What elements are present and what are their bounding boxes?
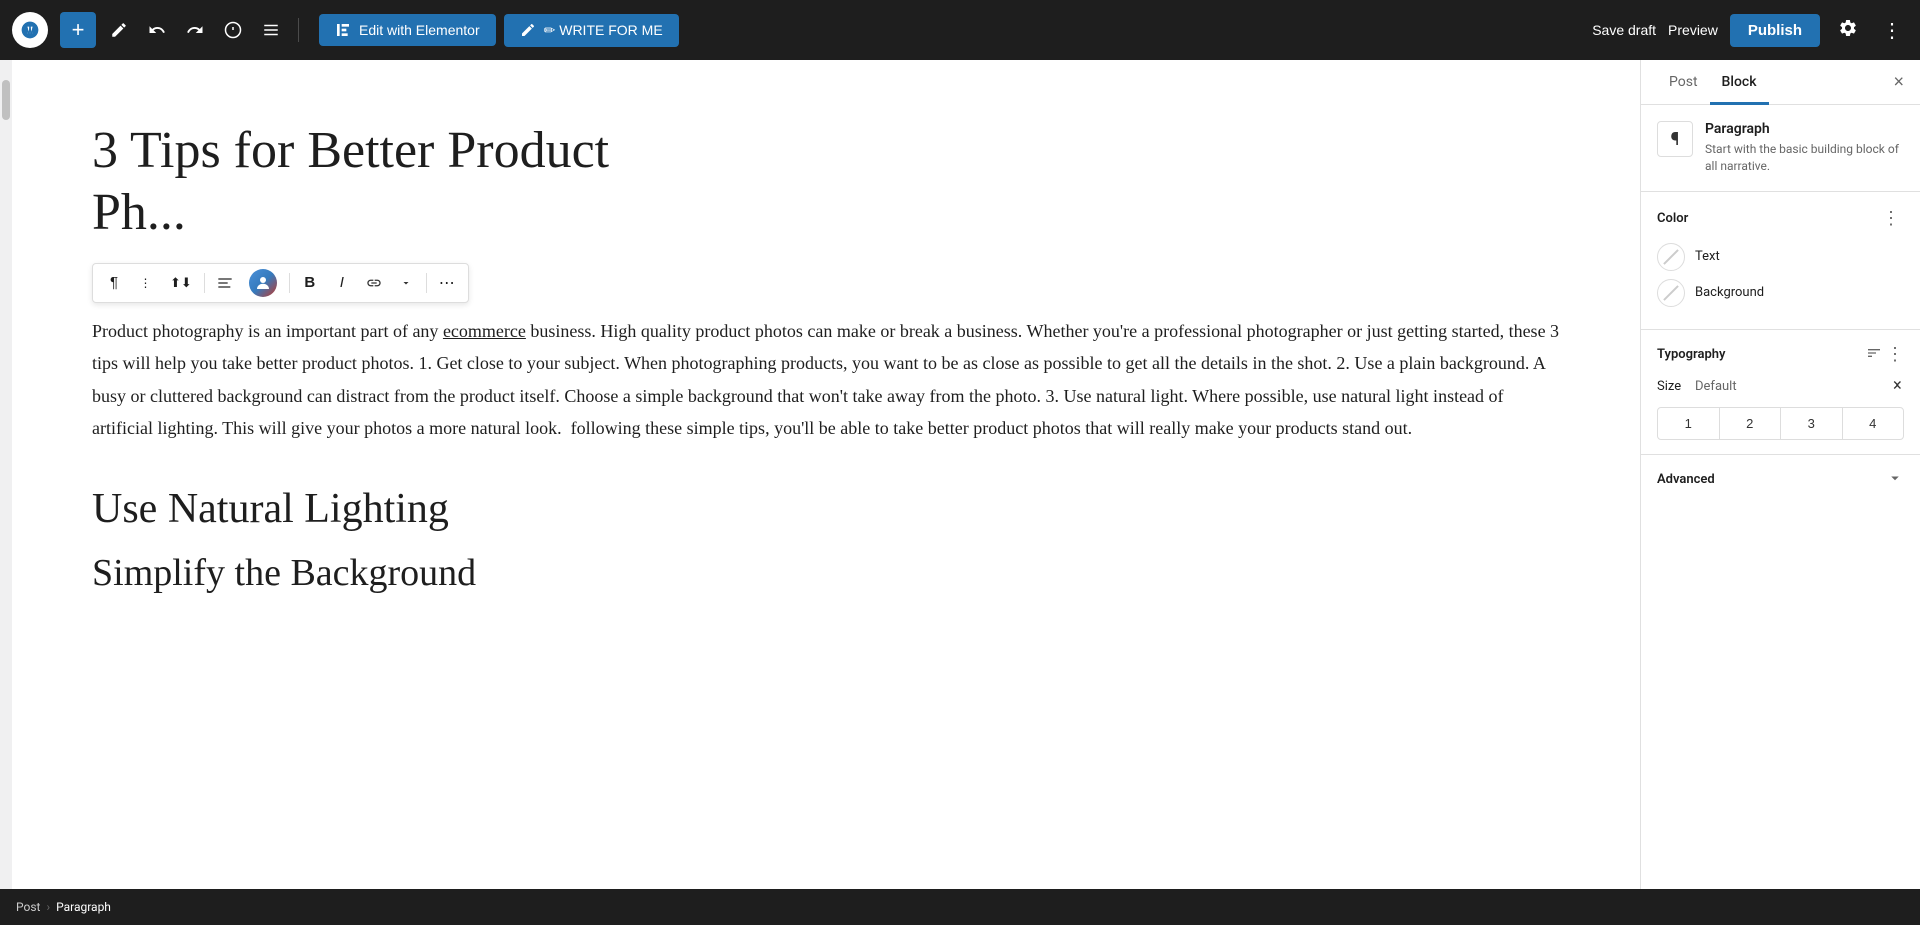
more-options-button[interactable]: ⋮ xyxy=(1876,14,1908,47)
inline-toolbar: ¶ ⋮ ⬆⬇ B xyxy=(92,263,469,303)
sidebar-tabs: Post Block × xyxy=(1641,60,1920,105)
typography-adjust-button[interactable] xyxy=(1866,345,1882,364)
post-title: 3 Tips for Better Product Ph... xyxy=(92,120,1560,245)
edit-elementor-button[interactable]: Edit with Elementor xyxy=(319,14,496,46)
save-draft-button[interactable]: Save draft xyxy=(1592,22,1656,38)
background-color-swatch[interactable] xyxy=(1657,279,1685,307)
block-details: Paragraph Start with the basic building … xyxy=(1705,121,1904,175)
breadcrumb-post[interactable]: Post xyxy=(16,900,40,914)
redo-button[interactable] xyxy=(180,15,210,45)
no-color-indicator xyxy=(1663,249,1679,265)
typography-header: Typography ⋮ xyxy=(1657,344,1904,365)
bottom-bar: Post › Paragraph xyxy=(0,889,1920,925)
block-info: ¶ Paragraph Start with the basic buildin… xyxy=(1641,105,1920,192)
advanced-section-header: Advanced xyxy=(1657,469,1904,490)
toolbar-sep-2 xyxy=(289,273,290,293)
size-label: Size xyxy=(1657,379,1687,394)
ecommerce-link[interactable]: ecommerce xyxy=(443,321,526,341)
svg-text:W: W xyxy=(26,26,34,36)
editor-area[interactable]: 3 Tips for Better Product Ph... ¶ ⋮ ⬆⬇ xyxy=(12,60,1640,889)
font-size-buttons: 1 2 3 4 xyxy=(1657,407,1904,440)
text-color-swatch[interactable] xyxy=(1657,243,1685,271)
editor-scrollbar[interactable] xyxy=(0,60,12,889)
top-bar-right: Save draft Preview Publish ⋮ xyxy=(1592,12,1908,49)
color-section-menu-button[interactable]: ⋮ xyxy=(1878,206,1904,231)
advanced-section: Advanced xyxy=(1641,455,1920,504)
typography-section: Typography ⋮ Size Default xyxy=(1641,330,1920,455)
size-row: Size Default xyxy=(1657,377,1904,397)
more-inline-button[interactable] xyxy=(391,268,421,298)
publish-button[interactable]: Publish xyxy=(1730,14,1820,47)
no-bg-color-indicator xyxy=(1663,285,1679,301)
align-button[interactable] xyxy=(210,268,240,298)
preview-button[interactable]: Preview xyxy=(1668,22,1718,38)
background-color-row: Background xyxy=(1657,279,1904,307)
top-bar: W + Edit with Elementor ✏ WRITE FOR ME S… xyxy=(0,0,1920,60)
user-avatar xyxy=(249,269,277,297)
drag-handle-button[interactable]: ⋮ xyxy=(131,268,161,298)
section-heading: Use Natural Lighting xyxy=(92,484,1560,534)
font-size-3-button[interactable]: 3 xyxy=(1781,408,1843,439)
typography-title: Typography xyxy=(1657,347,1726,362)
toolbar-separator-1 xyxy=(298,18,299,42)
background-color-label: Background xyxy=(1695,285,1764,300)
paragraph-block[interactable]: Product photography is an important part… xyxy=(92,315,1560,445)
sidebar-close-button[interactable]: × xyxy=(1889,68,1908,97)
main-content: 3 Tips for Better Product Ph... ¶ ⋮ ⬆⬇ xyxy=(0,60,1920,889)
block-icon: ¶ xyxy=(1657,121,1693,157)
font-size-2-button[interactable]: 2 xyxy=(1720,408,1782,439)
paragraph-tool-button[interactable]: ¶ xyxy=(99,268,129,298)
move-up-down-button[interactable]: ⬆⬇ xyxy=(163,268,199,298)
breadcrumb-separator: › xyxy=(46,900,50,914)
color-section-title: Color xyxy=(1657,211,1688,226)
breadcrumb-paragraph: Paragraph xyxy=(56,900,111,914)
block-description: Start with the basic building block of a… xyxy=(1705,141,1904,175)
advanced-chevron-button[interactable] xyxy=(1886,469,1904,490)
toolbar-sep-3 xyxy=(426,273,427,293)
color-section: Color ⋮ Text Background xyxy=(1641,192,1920,330)
text-color-label: Text xyxy=(1695,249,1720,264)
undo-button[interactable] xyxy=(142,15,172,45)
block-name: Paragraph xyxy=(1705,121,1904,137)
write-for-me-button[interactable]: ✏ WRITE FOR ME xyxy=(504,14,679,47)
editor-wrapper: 3 Tips for Better Product Ph... ¶ ⋮ ⬆⬇ xyxy=(0,60,1640,889)
list-view-button[interactable] xyxy=(256,15,286,45)
scrollbar-thumb xyxy=(2,80,10,120)
ellipsis-button[interactable]: ⋯ xyxy=(432,268,462,298)
italic-button[interactable]: I xyxy=(327,268,357,298)
color-section-header: Color ⋮ xyxy=(1657,206,1904,231)
font-size-1-button[interactable]: 1 xyxy=(1658,408,1720,439)
avatar-button[interactable] xyxy=(242,268,284,298)
toolbar-sep xyxy=(204,273,205,293)
typography-menu-button[interactable]: ⋮ xyxy=(1886,344,1904,365)
partial-heading: Simplify the Background xyxy=(92,551,1560,597)
tools-button[interactable] xyxy=(104,15,134,45)
view-post-button[interactable] xyxy=(218,15,248,45)
advanced-title: Advanced xyxy=(1657,472,1715,487)
size-value: Default xyxy=(1695,379,1737,394)
settings-button[interactable] xyxy=(1832,12,1864,49)
size-adjust-icon xyxy=(1888,377,1904,397)
text-color-row: Text xyxy=(1657,243,1904,271)
bold-button[interactable]: B xyxy=(295,268,325,298)
add-block-button[interactable]: + xyxy=(60,12,96,48)
font-size-4-button[interactable]: 4 xyxy=(1843,408,1904,439)
block-tab[interactable]: Block xyxy=(1710,60,1769,105)
right-sidebar: Post Block × ¶ Paragraph Start with the … xyxy=(1640,60,1920,889)
link-button[interactable] xyxy=(359,268,389,298)
wp-logo[interactable]: W xyxy=(12,12,48,48)
post-tab[interactable]: Post xyxy=(1657,60,1710,105)
